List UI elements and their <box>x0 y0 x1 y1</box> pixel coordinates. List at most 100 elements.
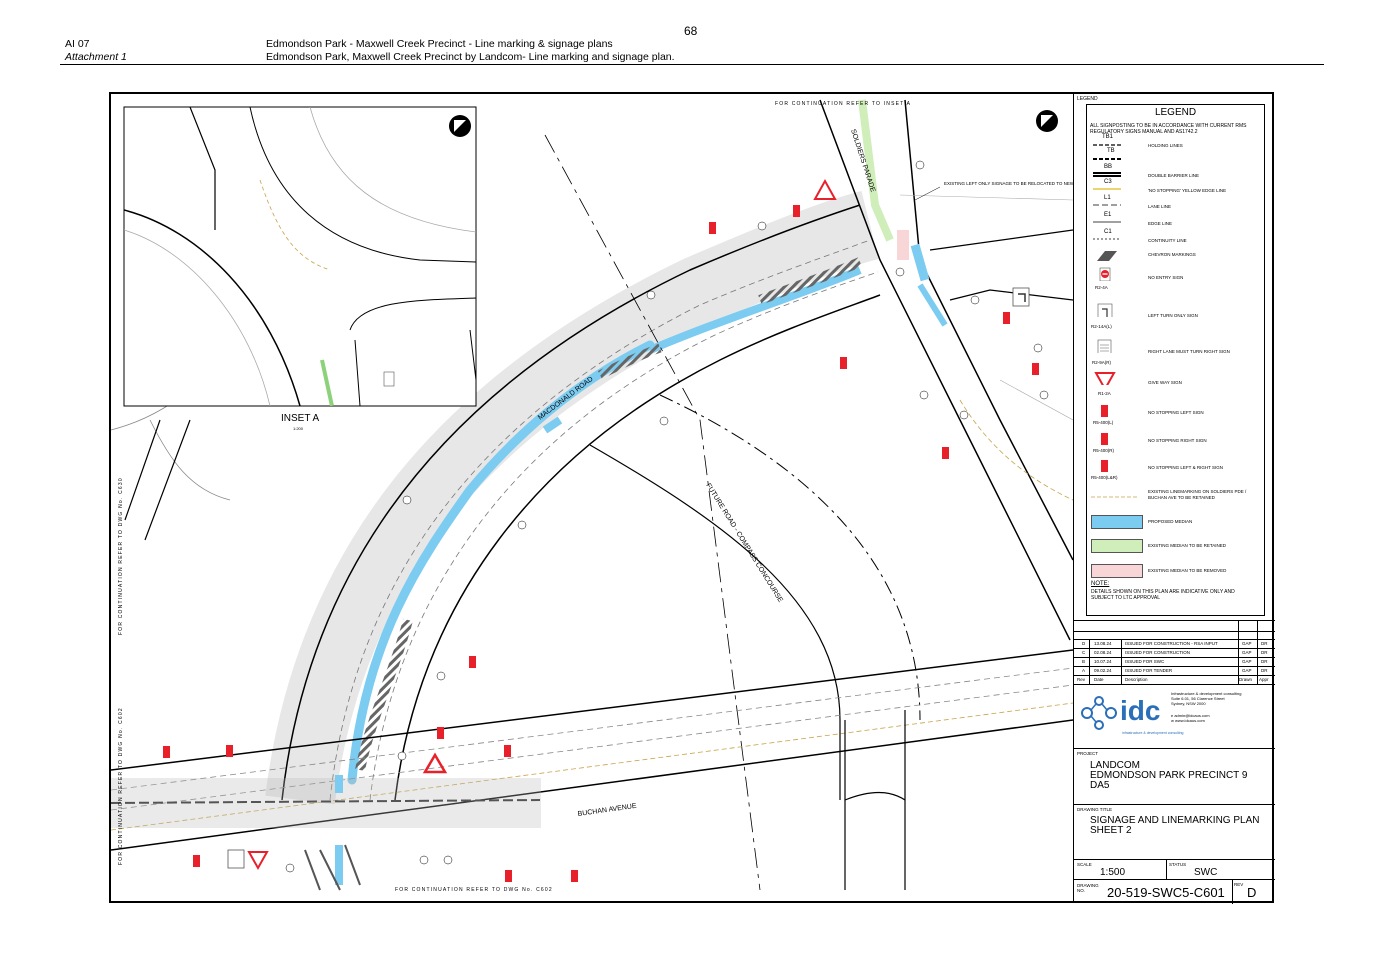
future-road-boundary <box>659 394 921 721</box>
retained-median-swatch <box>1091 539 1143 553</box>
legend-label-c1: CONTINUITY LINE <box>1148 238 1187 243</box>
left-turn-only-sign-1 <box>1012 287 1030 307</box>
inset-a <box>123 106 477 407</box>
legend-label-left-turn: LEFT TURN ONLY SIGN <box>1148 313 1198 318</box>
removed-median-swatch <box>1091 564 1143 578</box>
drawing-number-block: DRAWING NO. 20-519-SWC5-C601 REV D <box>1074 879 1275 904</box>
legend-code-l1: L1 <box>1104 195 1111 201</box>
legend-item-no-stop-left: R5-400(L) NO STOPPING LEFT SIGN <box>1091 403 1261 429</box>
drawing-title-label: DRAWING TITLE <box>1077 807 1113 812</box>
continuation-bottom: FOR CONTINUATION REFER TO DWG No. C602 <box>395 887 553 893</box>
legend-label-holding: HOLDING LINES <box>1148 143 1183 148</box>
existing-median-removed <box>897 230 909 260</box>
legend-item-existing-linemarking: EXISTING LINEMARKING ON SOLDIERS PDE / B… <box>1091 487 1261 507</box>
scale-value: 1:500 <box>1100 867 1126 878</box>
legend-item-lane-line: L1 LANE LINE <box>1091 195 1261 210</box>
legend-item-no-entry: R2-4A NO ENTRY SIGN <box>1091 267 1261 297</box>
legend-label-l1: LANE LINE <box>1148 204 1172 209</box>
continuation-top: FOR CONTINUATION REFER TO INSET A <box>775 101 911 107</box>
legend-label-removed-median: EXISTING MEDIAN TO BE REMOVED <box>1148 568 1227 573</box>
legend-label-give-way: GIVE WAY SIGN <box>1148 380 1182 385</box>
give-way-sign-3 <box>247 851 269 871</box>
inset-scale: 1:200 <box>293 426 304 431</box>
scale-status-block: SCALE 1:500 STATUS SWC <box>1074 859 1275 880</box>
legend-code-r2-14a: R2-14A(L) <box>1091 324 1112 329</box>
drawing-no-label: DRAWING NO. <box>1077 883 1099 893</box>
buchan-avenue-north-edge <box>111 649 1073 771</box>
legend-label-chevron: CHEVRON MARKINGS <box>1148 252 1196 257</box>
drawing-title-line-2: SHEET 2 <box>1090 825 1132 836</box>
legend-code-r5-400r: R5-400(R) <box>1093 448 1115 453</box>
relocate-note: EXISTING LEFT ONLY SIGNAGE TO BE RELOCAT… <box>944 181 1093 186</box>
legend-code-e1: E1 <box>1104 212 1112 218</box>
legend-item-tb: TB <box>1091 148 1261 163</box>
legend-code-tb1: TB1 <box>1102 134 1114 140</box>
revision-value: D <box>1247 885 1257 900</box>
proposed-median-soldiers-2 <box>917 283 948 327</box>
cross-road-north <box>929 229 1073 251</box>
legend-label-retained-median: EXISTING MEDIAN TO BE RETAINED <box>1148 543 1227 548</box>
legend-item-right-lane: R2-9A(R) RIGHT LANE MUST TURN RIGHT SIGN <box>1091 339 1261 369</box>
buchan-lane-line-1 <box>111 667 1073 791</box>
legend-item-continuity: C1 CONTINUITY LINE <box>1091 229 1261 244</box>
buchan-avenue-label: BUCHAN AVENUE <box>577 803 637 818</box>
side-road-south <box>844 710 906 890</box>
proposed-median-soldiers <box>910 243 930 282</box>
project-line-3: DA5 <box>1090 780 1110 791</box>
legend-label-bb: DOUBLE BARRIER LINE <box>1148 173 1200 178</box>
legend-item-edge-line: E1 EDGE LINE <box>1091 212 1261 227</box>
status-label: STATUS <box>1169 862 1187 867</box>
drawing-title-block: DRAWING TITLE SIGNAGE AND LINEMARKING PL… <box>1074 804 1275 860</box>
legend-label-no-stop-both: NO STOPPING LEFT & RIGHT SIGN <box>1148 465 1224 470</box>
drawing-number: 20-519-SWC5-C601 <box>1107 885 1225 900</box>
legend-title: LEGEND <box>1154 107 1197 118</box>
legend-code-bb: BB <box>1104 164 1113 170</box>
project-block: PROJECT LANDCOM EDMONDSON PARK PRECINCT … <box>1074 748 1275 805</box>
cross-road-south <box>949 289 1073 301</box>
legend-code-r1-2a: R1-2A <box>1098 391 1111 396</box>
legend-item-no-stop-right: R5-400(R) NO STOPPING RIGHT SIGN <box>1091 431 1261 457</box>
legend-label-no-stop-right: NO STOPPING RIGHT SIGN <box>1148 438 1207 443</box>
project-label: PROJECT <box>1077 751 1099 756</box>
legend-item-double-barrier: BB DOUBLE BARRIER LINE <box>1091 164 1261 179</box>
proposed-median-swatch <box>1091 515 1143 529</box>
legend-code-r5-400l: R5-400(L) <box>1093 420 1114 425</box>
legend-code-r5-400lr: R5-400(L&R) <box>1091 475 1118 480</box>
project-line-2: EDMONDSON PARK PRECINCT 9 <box>1090 770 1248 781</box>
soldiers-existing-linemarking <box>959 399 1073 501</box>
company-block: idc infrastructure & development consult… <box>1074 684 1275 749</box>
legend-code-tb: TB <box>1107 148 1115 154</box>
legend-item-proposed-median: PROPOSED MEDIAN <box>1091 513 1261 529</box>
revision-table: D 13.08.24 ISSUED FOR CONSTRUCTION - RSA… <box>1074 620 1275 685</box>
left-road-edges <box>124 419 191 541</box>
continuation-left-bottom: FOR CONTINUATION REFER TO DWG No. C602 <box>118 707 124 865</box>
legend-item-give-way: R1-2A GIVE WAY SIGN <box>1091 371 1261 399</box>
legend-note-text: DETAILS SHOWN ON THIS PLAN ARE INDICATIV… <box>1091 589 1235 601</box>
legend-label-existing-linemarking: EXISTING LINEMARKING ON SOLDIERS PDE / B… <box>1148 489 1247 500</box>
inset-label: INSET A <box>281 413 319 424</box>
chevron-markings-buchan <box>304 844 361 891</box>
legend-label-proposed-median: PROPOSED MEDIAN <box>1148 519 1193 524</box>
idc-logo-icon <box>1081 696 1117 730</box>
legend-item-retained-median: EXISTING MEDIAN TO BE RETAINED <box>1091 537 1261 553</box>
property-lines <box>899 194 1073 421</box>
legend-box: LEGEND ALL SIGNPOSTING TO BE IN ACCORDAN… <box>1086 104 1265 616</box>
idc-logo-text: idc <box>1120 695 1161 726</box>
legend-label-no-entry: NO ENTRY SIGN <box>1148 275 1184 280</box>
soldiers-parade-east-edge <box>904 99 1073 561</box>
legend-item-no-stop-both: R5-400(L&R) NO STOPPING LEFT & RIGHT SIG… <box>1091 458 1261 484</box>
median-buchan-south <box>335 845 343 885</box>
legend-item-left-turn: R2-14A(L) LEFT TURN ONLY SIGN <box>1091 303 1261 333</box>
idc-tagline: infrastructure & development consulting <box>1122 731 1184 735</box>
company-address: Infrastructure & development consulting … <box>1171 691 1242 723</box>
left-turn-only-sign-2 <box>227 849 245 869</box>
legend-note-top: ALL SIGNPOSTING TO BE IN ACCORDANCE WITH… <box>1090 123 1247 135</box>
legend-code-c3: C3 <box>1104 179 1112 185</box>
legend-item-chevron: CHEVRON MARKINGS <box>1091 249 1261 263</box>
legend-label-no-stop-left: NO STOPPING LEFT SIGN <box>1148 410 1204 415</box>
give-way-sign-2 <box>422 752 448 774</box>
title-block: LEGEND LEGEND ALL SIGNPOSTING TO BE IN A… <box>1073 92 1275 904</box>
relocate-note-leader <box>914 186 941 201</box>
future-road-label: FUTURE ROAD - COMPASS CONCOURSE <box>704 482 784 604</box>
legend-label-e1: EDGE LINE <box>1148 221 1173 226</box>
